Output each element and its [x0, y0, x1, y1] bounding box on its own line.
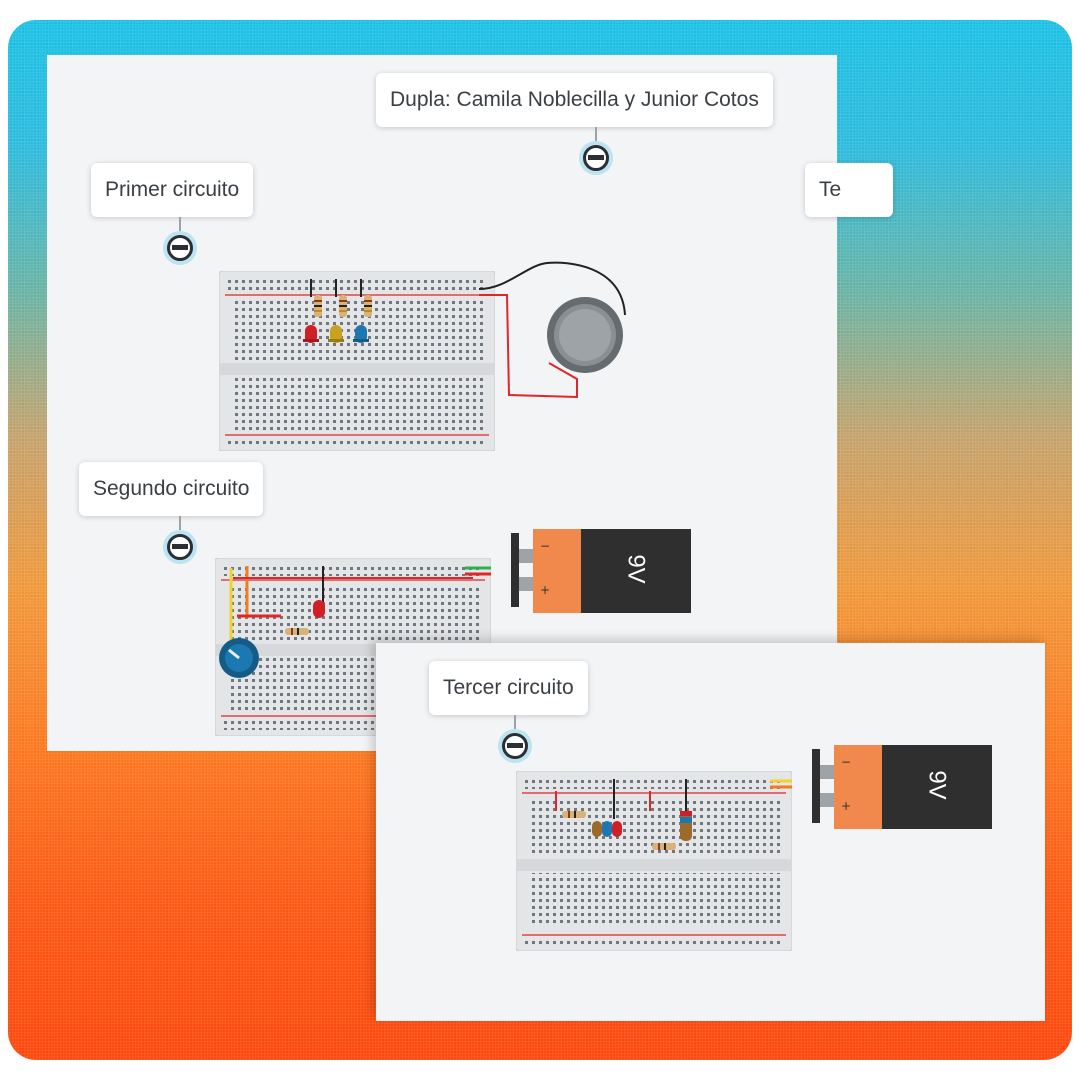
battery-plus-label: + [540, 583, 551, 597]
annotation-dupla[interactable]: Dupla: Camila Noblecilla y Junior Cotos [376, 73, 773, 127]
circuit-1-components[interactable] [297, 277, 387, 357]
circuit-canvas-tercer[interactable]: Tercer circuito − + 9V [376, 643, 1045, 1021]
led-icon [353, 325, 369, 343]
battery-9v-icon[interactable]: − + 9V [812, 743, 992, 831]
coin-cell-battery-icon [547, 297, 623, 373]
led-icon [680, 811, 692, 841]
resistor-icon [339, 295, 347, 317]
led-icon [303, 325, 319, 343]
battery-9v-icon[interactable]: − + 9V [511, 527, 691, 615]
led-icon [592, 821, 622, 837]
label-pin-icon[interactable] [498, 729, 532, 763]
led-icon [328, 325, 344, 343]
annotation-tercer-circuito[interactable]: Tercer circuito [429, 661, 588, 715]
label-pin-icon[interactable] [163, 530, 197, 564]
breadboard-3[interactable] [516, 771, 792, 951]
battery-voltage-label: 9V [923, 770, 951, 800]
battery-minus-label: − [841, 755, 852, 769]
annotation-primer-circuito[interactable]: Primer circuito [91, 163, 254, 217]
led-icon [313, 600, 325, 618]
annotation-tercer-cut[interactable]: Te [805, 163, 893, 217]
label-pin-icon[interactable] [163, 231, 197, 265]
battery-plus-label: + [841, 799, 852, 813]
resistor-icon [364, 295, 372, 317]
resistor-icon [562, 811, 586, 818]
resistor-icon [285, 628, 309, 635]
resistor-icon [652, 843, 676, 850]
circuit-1-wiring [478, 261, 626, 399]
resistor-icon [314, 295, 322, 317]
annotation-segundo-circuito[interactable]: Segundo circuito [79, 462, 264, 516]
label-pin-icon[interactable] [579, 141, 613, 175]
battery-voltage-label: 9V [622, 554, 650, 584]
battery-minus-label: − [540, 539, 551, 553]
potentiometer-icon [219, 638, 259, 678]
